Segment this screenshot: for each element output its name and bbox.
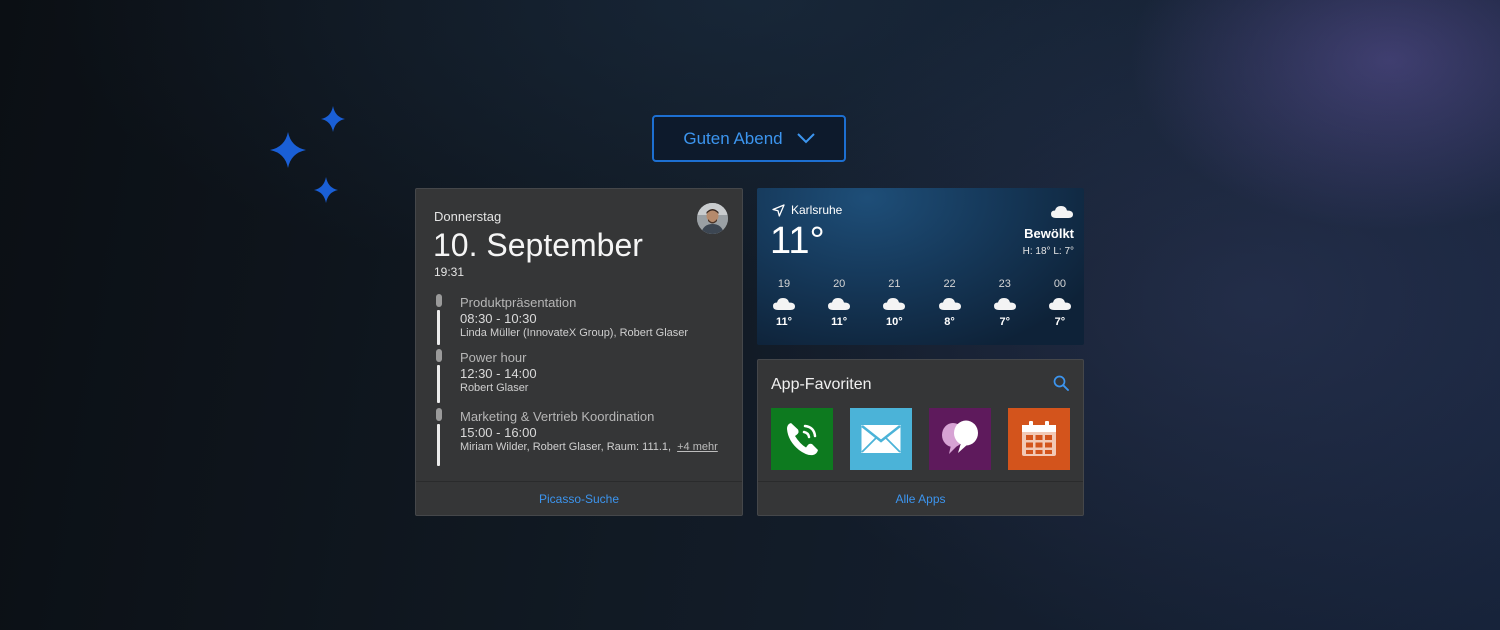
calendar-icon bbox=[1022, 421, 1056, 456]
forecast-temperature: 7° bbox=[999, 316, 1011, 328]
cloud-icon bbox=[938, 298, 961, 310]
event-title: Produktpräsentation bbox=[460, 295, 577, 310]
avatar[interactable] bbox=[697, 203, 728, 234]
forecast-hour-label: 22 bbox=[943, 278, 956, 290]
forecast-temperature: 7° bbox=[1054, 316, 1066, 328]
forecast-temperature: 11° bbox=[831, 316, 848, 328]
event-time: 08:30 - 10:30 bbox=[460, 311, 537, 326]
all-apps-link[interactable]: Alle Apps bbox=[758, 481, 1083, 515]
weekday-label: Donnerstag bbox=[434, 209, 502, 224]
app-favorites-title: App-Favoriten bbox=[771, 376, 872, 393]
cloud-icon bbox=[1051, 206, 1073, 218]
event-timeline bbox=[436, 349, 442, 403]
cloud-icon bbox=[773, 298, 795, 310]
forecast-hour-label: 23 bbox=[998, 278, 1011, 290]
more-attendees-link[interactable]: +4 mehr bbox=[677, 441, 718, 453]
mail-icon bbox=[861, 425, 901, 453]
forecast-hour: 21 10° bbox=[881, 278, 907, 328]
event-timeline bbox=[436, 294, 442, 345]
phone-app-tile[interactable] bbox=[771, 408, 833, 470]
forecast-hour-label: 19 bbox=[777, 278, 791, 290]
mail-app-tile[interactable] bbox=[850, 408, 912, 470]
forecast-hour: 22 8° bbox=[937, 278, 963, 328]
greeting-dropdown[interactable]: Guten Abend bbox=[652, 115, 846, 162]
event-attendees-text: Miriam Wilder, Robert Glaser, Raum: 111.… bbox=[460, 441, 672, 453]
chevron-down-icon bbox=[796, 133, 815, 144]
forecast-temperature: 10° bbox=[886, 316, 903, 328]
picasso-search-link[interactable]: Picasso-Suche bbox=[416, 481, 742, 515]
event-time: 12:30 - 14:00 bbox=[460, 366, 537, 381]
calendar-card: Donnerstag 10. September 19:31 Produktpr… bbox=[415, 188, 743, 516]
calendar-app-tile[interactable] bbox=[1008, 408, 1070, 470]
forecast-hour: 00 7° bbox=[1047, 278, 1073, 328]
greeting-label: Guten Abend bbox=[683, 128, 783, 148]
chat-bubbles-icon bbox=[942, 420, 978, 454]
event-attendees: Linda Müller (InnovateX Group), Robert G… bbox=[460, 327, 689, 339]
location-name: Karlsruhe bbox=[791, 203, 843, 217]
cloud-icon bbox=[1048, 298, 1071, 310]
hourly-forecast: 19 11° 20 11° 21 10° 22 8° 23 7° 00 7° bbox=[771, 278, 1073, 328]
high-low-temperature: H: 18° L: 7° bbox=[1022, 246, 1074, 257]
date-label: 10. September bbox=[433, 227, 643, 263]
weather-card[interactable]: Karlsruhe 11° Bewölkt H: 18° L: 7° 19 11… bbox=[757, 188, 1084, 345]
event-attendees: Miriam Wilder, Robert Glaser, Raum: 111.… bbox=[460, 441, 718, 453]
forecast-temperature: 8° bbox=[944, 316, 955, 328]
forecast-hour-label: 20 bbox=[833, 278, 846, 290]
forecast-hour: 20 11° bbox=[826, 278, 852, 328]
phone-icon bbox=[787, 423, 818, 456]
app-tiles bbox=[771, 408, 1070, 470]
weather-location: Karlsruhe bbox=[772, 203, 842, 217]
event-attendees: Robert Glaser bbox=[460, 382, 529, 394]
cloud-icon bbox=[828, 298, 851, 310]
event-title: Marketing & Vertrieb Koordination bbox=[460, 409, 655, 424]
cloud-icon bbox=[883, 298, 906, 310]
avatar-image bbox=[697, 203, 728, 234]
forecast-hour: 19 11° bbox=[771, 278, 797, 328]
sparkles-icon bbox=[270, 106, 345, 203]
current-temperature: 11° bbox=[770, 220, 825, 262]
forecast-hour: 23 7° bbox=[992, 278, 1018, 328]
forecast-hour-label: 00 bbox=[1053, 278, 1067, 290]
forecast-temperature: 11° bbox=[775, 316, 793, 328]
chat-app-tile[interactable] bbox=[929, 408, 991, 470]
forecast-hour-label: 21 bbox=[888, 278, 901, 290]
weather-condition: Bewölkt bbox=[1024, 226, 1074, 241]
search-icon[interactable] bbox=[1053, 375, 1069, 391]
event-title: Power hour bbox=[460, 350, 527, 365]
event-time: 15:00 - 16:00 bbox=[460, 425, 537, 440]
cloud-icon bbox=[993, 298, 1016, 310]
app-favorites-card: App-Favoriten Alle Apps bbox=[757, 359, 1084, 516]
event-timeline bbox=[436, 408, 442, 466]
location-arrow-icon bbox=[772, 203, 785, 217]
current-time: 19:31 bbox=[434, 265, 465, 279]
